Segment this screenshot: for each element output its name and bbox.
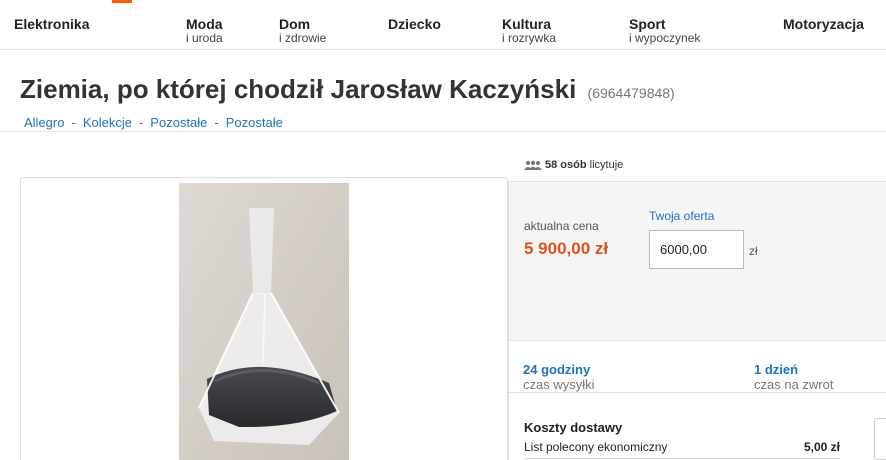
nav-item-label: Kultura <box>502 16 551 32</box>
item-title: Ziemia, po której chodził Jarosław Kaczy… <box>20 74 675 105</box>
delivery-price: 5,00 zł <box>803 440 840 454</box>
nav-item-dom[interactable]: Dom i zdrowie <box>279 17 326 45</box>
breadcrumb-pozostale-sub[interactable]: Pozostałe <box>226 115 283 130</box>
return-time: 1 dzień czas na zwrot <box>754 362 833 392</box>
your-offer-label: Twoja oferta <box>649 209 715 223</box>
breadcrumb-separator: - <box>71 115 76 130</box>
nav-item-label: Dziecko <box>388 16 441 32</box>
category-nav: Elektronika Moda i uroda Dom i zdrowie D… <box>0 0 886 50</box>
delivery-option-row: List polecony ekonomiczny 5,00 zł <box>524 440 840 459</box>
nav-item-moda[interactable]: Moda i uroda <box>186 17 223 45</box>
bidders-label: licytuje <box>589 159 624 171</box>
bidders-count: 58 osób licytuje <box>524 159 623 171</box>
breadcrumb-separator: - <box>138 115 144 130</box>
nav-item-label: Sport <box>629 16 666 32</box>
nav-item-label: Dom <box>279 16 311 32</box>
nav-item-sublabel: i zdrowie <box>279 31 327 45</box>
item-title-text: Ziemia, po której chodził Jarosław Kaczy… <box>20 74 577 104</box>
dispatch-time-label: czas wysyłki <box>523 377 595 392</box>
nav-item-elektronika[interactable]: Elektronika <box>14 17 89 31</box>
shipping-info: 24 godziny czas wysyłki 1 dzień czas na … <box>508 341 886 393</box>
nav-item-kultura[interactable]: Kultura i rozrywka <box>502 17 556 45</box>
bidders-number: 58 osób <box>545 159 587 171</box>
delivery-method: List polecony ekonomiczny <box>524 440 668 454</box>
side-button[interactable] <box>874 418 886 460</box>
offer-input[interactable] <box>649 230 744 269</box>
nav-item-dziecko[interactable]: Dziecko <box>388 17 441 31</box>
product-photo[interactable] <box>179 183 349 460</box>
breadcrumb: Allegro - Kolekcje - Pozostałe - Pozostałe <box>24 115 283 130</box>
bid-panel: aktualna cena 5 900,00 zł Twoja oferta z… <box>508 181 886 341</box>
nav-item-sublabel: i rozrywka <box>502 31 557 45</box>
nav-item-sport[interactable]: Sport i wypoczynek <box>629 17 700 45</box>
product-gallery[interactable] <box>20 177 508 460</box>
current-price-label: aktualna cena <box>524 219 599 233</box>
header-divider <box>0 131 886 132</box>
nav-item-sublabel: i uroda <box>186 31 223 45</box>
item-id: (6964479848) <box>587 85 675 101</box>
nav-item-label: Elektronika <box>14 16 90 32</box>
breadcrumb-separator: - <box>214 115 219 130</box>
current-price: 5 900,00 zł <box>524 239 609 258</box>
nav-item-sublabel: i wypoczynek <box>629 31 701 45</box>
delivery-costs-title: Koszty dostawy <box>524 420 623 435</box>
offer-currency: zł <box>749 244 758 258</box>
breadcrumb-pozostale[interactable]: Pozostałe <box>150 115 207 130</box>
people-icon <box>524 160 542 171</box>
delivery-costs: Koszty dostawy List polecony ekonomiczny… <box>508 393 886 460</box>
nav-item-label: Motoryzacja <box>783 16 864 32</box>
nav-item-motoryzacja[interactable]: Motoryzacja <box>783 17 864 31</box>
return-time-value[interactable]: 1 dzień <box>754 362 833 377</box>
dispatch-time-value[interactable]: 24 godziny <box>523 362 595 377</box>
dispatch-time: 24 godziny czas wysyłki <box>523 362 595 392</box>
return-time-label: czas na zwrot <box>754 377 834 392</box>
breadcrumb-kolekcje[interactable]: Kolekcje <box>83 115 132 130</box>
breadcrumb-allegro[interactable]: Allegro <box>24 115 64 130</box>
nav-item-label: Moda <box>186 16 223 32</box>
